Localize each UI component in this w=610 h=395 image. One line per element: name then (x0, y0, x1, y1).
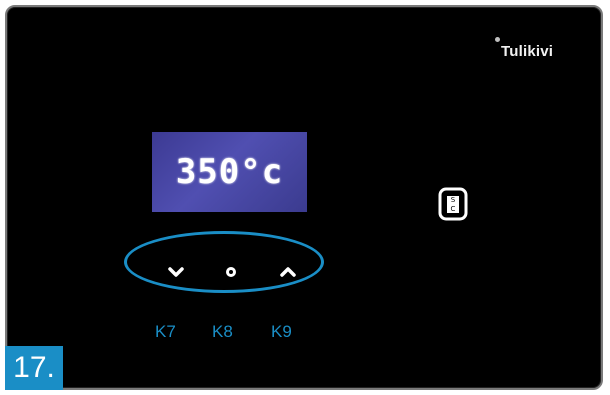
temperature-display: 350°c (152, 132, 307, 212)
brand-dot (495, 37, 500, 42)
brand-logo: Tulikivi (501, 43, 554, 60)
k9-up-button[interactable] (275, 259, 301, 285)
k7-down-button[interactable] (163, 259, 189, 285)
fuel-door-icon: S C (438, 187, 468, 221)
step-badge: 17. (5, 346, 63, 390)
key-label-k8: K8 (212, 322, 233, 341)
center-dot-icon (226, 267, 236, 277)
key-label-k9: K9 (271, 322, 292, 341)
svg-text:S: S (451, 196, 456, 204)
k8-select-button[interactable] (218, 259, 244, 285)
svg-text:C: C (451, 205, 456, 213)
temperature-value: 350°c (175, 152, 284, 192)
chevron-down-icon (168, 267, 184, 277)
chevron-up-icon (280, 267, 296, 277)
key-label-k7: K7 (155, 322, 176, 341)
